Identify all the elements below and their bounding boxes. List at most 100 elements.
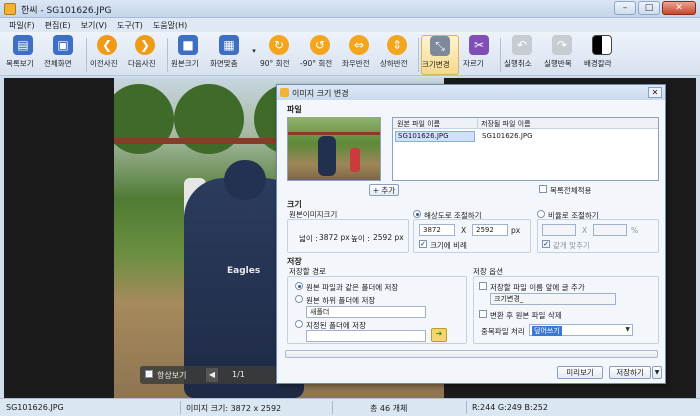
prefix-input[interactable]: 크기변경_ [490, 293, 616, 305]
menu-view[interactable]: 보기(V) [76, 18, 112, 32]
redo-icon: ↷ [552, 35, 572, 55]
dialog-body: 파일 원본 파일 이름 저장될 파일 이름 SG101626.JPG SG101… [277, 100, 665, 383]
specified-folder-input[interactable] [306, 330, 426, 342]
fit-screen-icon: ▦ [219, 35, 239, 55]
status-bar: SG101626.JPG 이미지 크기: 3872 x 2592 총 46 개체… [0, 398, 700, 416]
title-bar: 한씨 - SG101626.JPG – □ ✕ [0, 0, 700, 18]
check-icon[interactable]: ✓ [145, 370, 154, 379]
res-x-label: X [461, 226, 467, 235]
flip-horizontal-button[interactable]: ⇔ 좌우반전 [342, 35, 376, 75]
keep-ratio-res-checkbox[interactable]: ✓ [419, 240, 427, 248]
menu-file[interactable]: 파일(F) [4, 18, 40, 32]
save-same-label: 원본 파일과 같은 폴더에 저장 [306, 283, 399, 292]
dialog-title-bar: 이미지 크기 변경 ✕ [277, 85, 665, 100]
subfolder-input[interactable]: 새폴더 [306, 306, 426, 318]
prev-photo-button[interactable]: ❮ 이전사진 [90, 35, 124, 75]
folder-browse-button[interactable]: ➜ [431, 328, 447, 342]
undo-button[interactable]: ↶ 실행취소 [504, 35, 540, 75]
keep-ratio-checkbox[interactable]: ✓ [542, 240, 550, 248]
save-button[interactable]: 저장하기 [609, 366, 651, 379]
status-color: R:244 G:249 B:252 [472, 403, 548, 412]
original-size-button[interactable]: ■ 원본크기 [171, 35, 205, 75]
fullscreen-icon: ▣ [53, 35, 73, 55]
progress-bar [285, 350, 658, 358]
flip-horizontal-icon: ⇔ [349, 35, 369, 55]
by-ratio-radio[interactable] [537, 210, 545, 218]
resize-dialog: 이미지 크기 변경 ✕ 파일 원본 파일 이름 저장될 파일 이름 SG1016… [276, 84, 666, 384]
maximize-button[interactable]: □ [638, 1, 660, 15]
menu-help[interactable]: 도움말(H) [148, 18, 192, 32]
close-button[interactable]: ✕ [662, 1, 696, 15]
resize-icon: ⤡ [430, 36, 450, 56]
menu-bar: 파일(F) 편집(E) 보기(V) 도구(T) 도움말(H) [0, 18, 700, 32]
height-value: 2592 px [373, 233, 404, 242]
apply-all-checkbox[interactable] [539, 185, 547, 193]
save-sub-radio[interactable] [295, 295, 303, 303]
list-view-button[interactable]: ▤ 목록보기 [6, 35, 40, 75]
original-size-icon: ■ [178, 35, 198, 55]
status-filename: SG101626.JPG [6, 403, 64, 412]
preview-button[interactable]: 미리보기 [557, 366, 603, 379]
add-file-button[interactable]: + 추가 [369, 184, 399, 196]
rotate-right-icon: ↻ [269, 35, 289, 55]
file-list[interactable]: 원본 파일 이름 저장될 파일 이름 SG101626.JPG SG101626… [392, 117, 659, 181]
save-same-radio[interactable] [295, 282, 303, 290]
fit-screen-button[interactable]: ▦ 화면맞춤 [210, 35, 248, 75]
add-prefix-checkbox[interactable] [479, 282, 487, 290]
ratio-x-label: X [582, 226, 588, 235]
toolbar: ▤ 목록보기 ▣ 전체화면 ❮ 이전사진 ❯ 다음사진 ■ 원본크기 ▦ 화면맞… [0, 32, 700, 76]
res-unit-label: px [511, 226, 521, 235]
ratio-width-input[interactable] [542, 224, 576, 236]
delete-original-checkbox[interactable] [479, 310, 487, 318]
flip-vertical-button[interactable]: ⇕ 상하반전 [380, 35, 414, 75]
ratio-height-input[interactable] [593, 224, 627, 236]
arrow-right-icon: ❯ [135, 35, 155, 55]
col-original-name[interactable]: 원본 파일 이름 [397, 119, 440, 129]
save-dropdown-button[interactable]: ▼ [652, 366, 662, 379]
rotate-minus-90-button[interactable]: ↺ -90° 회전 [300, 35, 340, 75]
batter-helmet [224, 160, 266, 200]
rotate-90-button[interactable]: ↻ 90° 회전 [260, 35, 298, 75]
minimize-button[interactable]: – [614, 1, 636, 15]
menu-tools[interactable]: 도구(T) [112, 18, 148, 32]
palette-icon [592, 35, 612, 55]
file-section-title: 파일 [287, 105, 302, 114]
status-count: 총 46 개체 [370, 404, 408, 413]
duplicate-label: 중복파일 처리 [481, 327, 525, 336]
res-height-input[interactable]: 2592 [472, 224, 508, 236]
crop-button[interactable]: ✂ 자르기 [463, 35, 495, 75]
status-image-size: 이미지 크기: 3872 x 2592 [186, 404, 282, 413]
redo-button[interactable]: ↷ 실행반복 [544, 35, 580, 75]
dialog-app-icon [280, 88, 289, 97]
nav-prev-button[interactable]: ◀ [206, 368, 218, 382]
save-specified-radio[interactable] [295, 320, 303, 328]
full-screen-button[interactable]: ▣ 전체화면 [44, 35, 82, 75]
next-photo-button[interactable]: ❯ 다음사진 [128, 35, 162, 75]
duplicate-select[interactable]: 덮어쓰기 ▼ [529, 324, 633, 336]
crop-icon: ✂ [469, 35, 489, 55]
arrow-left-icon: ❮ [97, 35, 117, 55]
by-resolution-radio[interactable] [413, 210, 421, 218]
background-color-button[interactable]: 배경칼라 [584, 35, 620, 75]
flip-vertical-icon: ⇕ [387, 35, 407, 55]
file-original-name[interactable]: SG101626.JPG [395, 131, 475, 142]
menu-edit[interactable]: 편집(E) [40, 18, 76, 32]
fit-dropdown-arrow[interactable]: ▾ [250, 35, 258, 75]
rotate-left-icon: ↺ [310, 35, 330, 55]
res-width-input[interactable]: 3872 [419, 224, 455, 236]
resize-button[interactable]: ⤡ 크기변경 [421, 35, 459, 75]
chevron-down-icon: ▼ [625, 326, 630, 333]
col-saved-name[interactable]: 저장될 파일 이름 [481, 119, 531, 129]
always-show-label[interactable]: 항상보기 [157, 370, 186, 381]
viewer-navbar: ✓ 항상보기 ◀ 1/1 [140, 366, 278, 384]
page-indicator: 1/1 [232, 370, 245, 379]
height-label: 높이 : [351, 234, 370, 243]
keep-ratio-res-label: 크기에 비례 [430, 241, 467, 250]
thumbnail-preview [287, 117, 381, 181]
app-icon [4, 3, 16, 15]
duplicate-selected: 덮어쓰기 [532, 326, 562, 336]
ratio-unit-label: % [631, 226, 639, 235]
save-sub-label: 원본 하위 폴더에 저장 [306, 296, 376, 305]
chevron-down-icon: ▼ [654, 369, 660, 376]
dialog-close-button[interactable]: ✕ [648, 87, 662, 98]
